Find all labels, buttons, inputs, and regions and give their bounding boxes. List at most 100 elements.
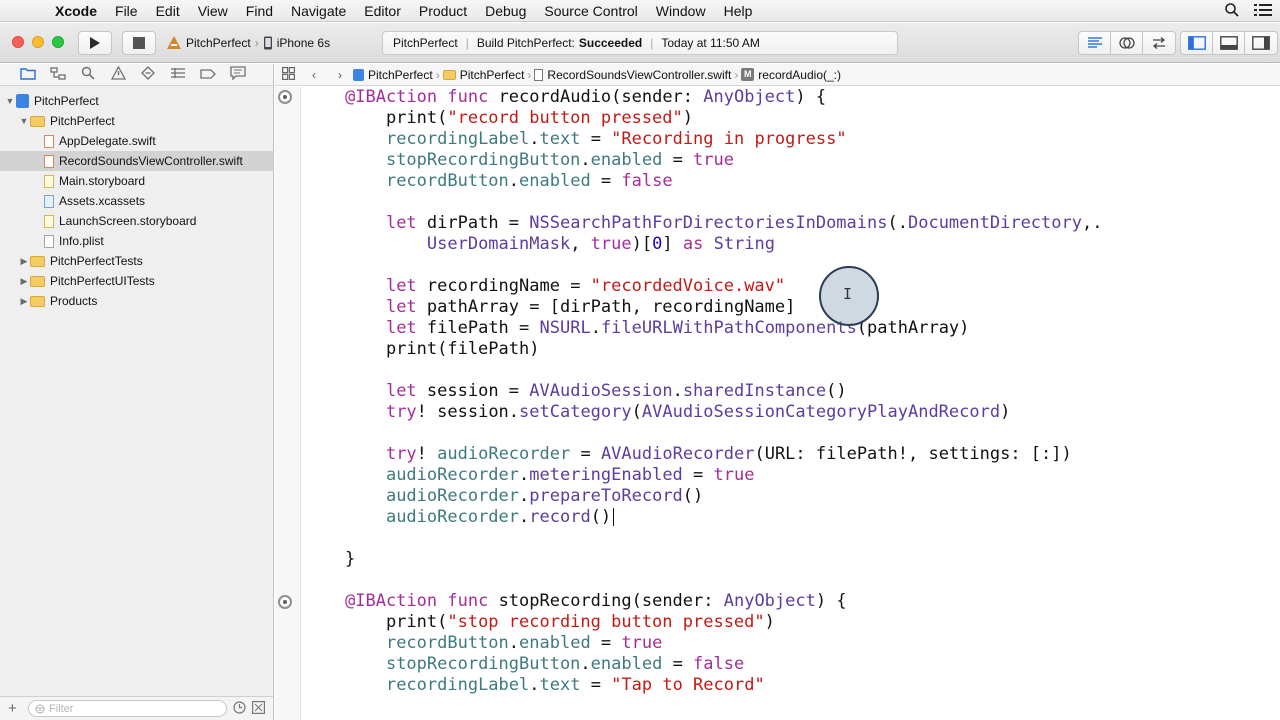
run-button[interactable] xyxy=(78,31,112,55)
recent-files-clock-icon[interactable] xyxy=(233,700,246,717)
code-line[interactable]: recordingLabel.text = "Tap to Record" xyxy=(345,675,1102,696)
menu-help[interactable]: Help xyxy=(715,3,762,19)
code-line[interactable]: } xyxy=(345,549,1102,570)
menu-product[interactable]: Product xyxy=(410,3,476,19)
menu-view[interactable]: View xyxy=(189,3,237,19)
disclosure-closed-icon[interactable]: ▶ xyxy=(18,276,30,287)
issue-navigator-warning-icon[interactable] xyxy=(110,65,126,83)
spotlight-search-icon[interactable] xyxy=(1224,2,1240,21)
folder-icon xyxy=(30,295,45,307)
file-tree-item[interactable]: ▶ PitchPerfectTests xyxy=(0,251,273,271)
action-connection-marker-icon[interactable] xyxy=(278,90,292,104)
code-line[interactable]: audioRecorder.meteringEnabled = true xyxy=(345,465,1102,486)
code-line[interactable]: let session = AVAudioSession.sharedInsta… xyxy=(345,381,1102,402)
file-tree-item[interactable]: ▼ PitchPerfect xyxy=(0,91,273,111)
toggle-navigator-button[interactable] xyxy=(1181,32,1213,54)
code-line[interactable]: recordButton.enabled = false xyxy=(345,171,1102,192)
app-menu[interactable]: Xcode xyxy=(46,3,106,19)
breakpoint-navigator-tag-icon[interactable] xyxy=(200,68,216,82)
menu-file[interactable]: File xyxy=(106,3,147,19)
file-tree-item[interactable]: ▶ PitchPerfectUITests xyxy=(0,271,273,291)
source-control-filter-icon[interactable] xyxy=(252,700,266,717)
code-line[interactable]: try! audioRecorder = AVAudioRecorder(URL… xyxy=(345,444,1102,465)
jumpbar-group-crumb[interactable]: PitchPerfect xyxy=(442,68,524,82)
code-line[interactable] xyxy=(345,528,1102,549)
menu-source-control[interactable]: Source Control xyxy=(535,3,646,19)
code-line[interactable] xyxy=(345,255,1102,276)
filter-field[interactable]: Filter xyxy=(28,700,227,717)
code-line[interactable]: UserDomainMask, true)[0] as String xyxy=(345,234,1102,255)
code-line[interactable]: stopRecordingButton.enabled = false xyxy=(345,654,1102,675)
file-tree-item[interactable]: Info.plist xyxy=(0,231,273,251)
add-file-icon[interactable]: + xyxy=(8,700,22,717)
code-line[interactable] xyxy=(345,570,1102,591)
toggle-debug-area-button[interactable] xyxy=(1213,32,1245,54)
toggle-utilities-button[interactable] xyxy=(1245,32,1277,54)
code-token: false xyxy=(693,654,745,674)
code-line[interactable]: let recordingName = "recordedVoice.wav" xyxy=(345,276,1102,297)
code-line[interactable]: recordingLabel.text = "Recording in prog… xyxy=(345,129,1102,150)
disclosure-open-icon[interactable]: ▼ xyxy=(4,96,16,106)
find-navigator-magnifier-icon[interactable] xyxy=(80,66,96,83)
file-tree-item[interactable]: Main.storyboard xyxy=(0,171,273,191)
code-line[interactable]: recordButton.enabled = true xyxy=(345,633,1102,654)
jumpbar-method-crumb[interactable]: MrecordAudio(_:) xyxy=(741,68,841,82)
menu-navigate[interactable]: Navigate xyxy=(282,3,355,19)
project-navigator-folder-icon[interactable] xyxy=(20,67,36,83)
editor-gutter[interactable] xyxy=(275,87,301,720)
related-items-grid-icon[interactable] xyxy=(275,66,301,83)
disclosure-open-icon[interactable]: ▼ xyxy=(18,116,30,126)
code-token: ! xyxy=(416,444,438,464)
navigate-forward-icon[interactable]: › xyxy=(327,68,353,82)
code-line[interactable] xyxy=(345,423,1102,444)
debug-navigator-gauge-icon[interactable] xyxy=(170,67,186,82)
code-text[interactable]: @IBAction func recordAudio(sender: AnyOb… xyxy=(345,87,1102,696)
code-line[interactable]: stopRecordingButton.enabled = true xyxy=(345,150,1102,171)
menu-edit[interactable]: Edit xyxy=(147,3,189,19)
symbol-navigator-icon[interactable] xyxy=(50,66,66,83)
scheme-selector[interactable]: PitchPerfect › iPhone 6s xyxy=(166,31,344,55)
version-editor-button[interactable] xyxy=(1143,32,1175,54)
disclosure-closed-icon[interactable]: ▶ xyxy=(18,296,30,307)
code-line[interactable]: audioRecorder.prepareToRecord() xyxy=(345,486,1102,507)
notification-center-icon[interactable] xyxy=(1254,3,1272,20)
code-line[interactable]: print("record button pressed") xyxy=(345,108,1102,129)
file-tree-item[interactable]: AppDelegate.swift xyxy=(0,131,273,151)
code-line[interactable]: @IBAction func stopRecording(sender: Any… xyxy=(345,591,1102,612)
zoom-window-button[interactable] xyxy=(52,36,64,48)
code-line[interactable]: audioRecorder.record() xyxy=(345,507,1102,528)
jumpbar-file-crumb[interactable]: RecordSoundsViewController.swift xyxy=(534,68,731,82)
menu-window[interactable]: Window xyxy=(647,3,715,19)
project-file-icon xyxy=(353,68,364,81)
code-line[interactable]: print(filePath) xyxy=(345,339,1102,360)
code-line[interactable]: let filePath = NSURL.fileURLWithPathComp… xyxy=(345,318,1102,339)
minimize-window-button[interactable] xyxy=(32,36,44,48)
action-connection-marker-icon[interactable] xyxy=(278,595,292,609)
disclosure-closed-icon[interactable]: ▶ xyxy=(18,256,30,267)
standard-editor-button[interactable] xyxy=(1079,32,1111,54)
file-tree-item[interactable]: LaunchScreen.storyboard xyxy=(0,211,273,231)
file-tree-item[interactable]: RecordSoundsViewController.swift xyxy=(0,151,273,171)
jumpbar-project-crumb[interactable]: PitchPerfect xyxy=(353,68,433,82)
stop-button[interactable] xyxy=(122,31,156,55)
code-line[interactable]: let pathArray = [dirPath, recordingName] xyxy=(345,297,1102,318)
file-tree-item[interactable]: ▼ PitchPerfect xyxy=(0,111,273,131)
code-line[interactable]: try! session.setCategory(AVAudioSessionC… xyxy=(345,402,1102,423)
code-line[interactable] xyxy=(345,360,1102,381)
file-tree-item[interactable]: ▶ Products xyxy=(0,291,273,311)
menu-find[interactable]: Find xyxy=(237,3,282,19)
code-line[interactable]: @IBAction func recordAudio(sender: AnyOb… xyxy=(345,87,1102,108)
navigate-back-icon[interactable]: ‹ xyxy=(301,68,327,82)
source-editor[interactable]: @IBAction func recordAudio(sender: AnyOb… xyxy=(275,87,1280,720)
code-token: true xyxy=(713,465,755,485)
code-line[interactable]: print("stop recording button pressed") xyxy=(345,612,1102,633)
file-tree-item[interactable]: Assets.xcassets xyxy=(0,191,273,211)
test-navigator-diamond-icon[interactable] xyxy=(140,66,156,83)
assistant-editor-button[interactable] xyxy=(1111,32,1143,54)
code-line[interactable] xyxy=(345,192,1102,213)
report-navigator-speech-bubble-icon[interactable] xyxy=(230,66,246,83)
menu-debug[interactable]: Debug xyxy=(476,3,535,19)
close-window-button[interactable] xyxy=(12,36,24,48)
code-line[interactable]: let dirPath = NSSearchPathForDirectories… xyxy=(345,213,1103,234)
menu-editor[interactable]: Editor xyxy=(355,3,410,19)
